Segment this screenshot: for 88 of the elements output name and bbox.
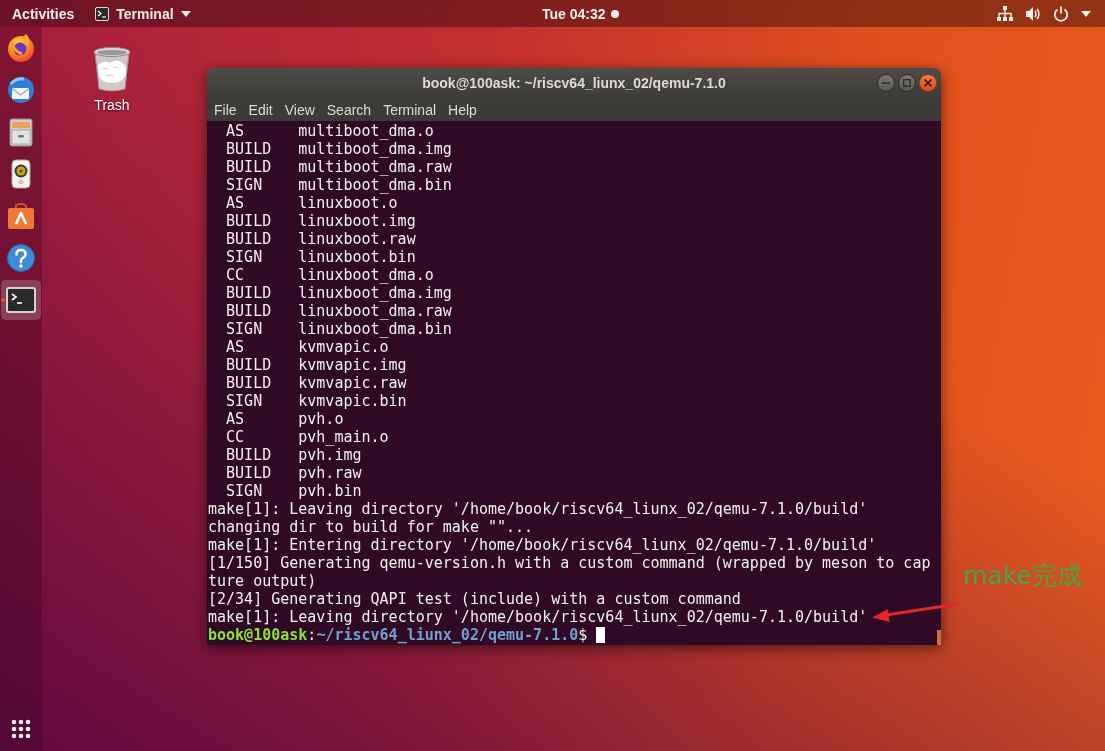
- output-tag: BUILD: [226, 356, 272, 374]
- output-file: pvh.raw: [298, 464, 362, 482]
- terminal-icon: [6, 285, 36, 315]
- output-file: pvh_main.o: [298, 428, 389, 446]
- output-tag: BUILD: [226, 302, 272, 320]
- bag-icon: [6, 201, 36, 231]
- output-tag: CC: [226, 266, 245, 284]
- output-tag: SIGN: [226, 482, 263, 500]
- grid-icon: [11, 719, 31, 739]
- output-tag: BUILD: [226, 284, 272, 302]
- output-tag: CC: [226, 428, 245, 446]
- menu-item[interactable]: View: [278, 98, 321, 121]
- output-file: pvh.o: [298, 410, 344, 428]
- output-file: linuxboot_dma.img: [298, 284, 452, 302]
- prompt-path: ~/riscv64_liunx_02/qemu-7.1.0: [316, 626, 579, 644]
- help-icon: [6, 243, 36, 273]
- minimize-button[interactable]: [877, 74, 895, 92]
- activities-button[interactable]: Activities: [12, 0, 75, 27]
- menu-item[interactable]: Search: [320, 98, 378, 121]
- minimize-icon: [882, 79, 890, 87]
- output-file: pvh.img: [298, 446, 362, 464]
- dock-item[interactable]: [1, 280, 41, 320]
- output-tag: SIGN: [226, 320, 263, 338]
- output-tag: BUILD: [226, 230, 272, 248]
- output-tag: AS: [226, 122, 245, 140]
- annotation-text: make完成: [963, 560, 1082, 592]
- output-file: pvh.bin: [298, 482, 362, 500]
- prompt-user-host: book@100ask: [208, 626, 308, 644]
- output-file: kvmvapic.img: [298, 356, 407, 374]
- output-tag: BUILD: [226, 374, 272, 392]
- output-line: [1/150] Generating qemu-version.h with a custom command (wrapped by meson to capture output): [208, 554, 931, 590]
- output-tag: AS: [226, 194, 245, 212]
- output-tag: BUILD: [226, 464, 272, 482]
- scrollbar-thumb[interactable]: [937, 630, 941, 645]
- output-file: multiboot_dma.img: [298, 140, 452, 158]
- network-icon: [997, 5, 1013, 22]
- output-tag: SIGN: [226, 392, 263, 410]
- output-file: kvmvapic.bin: [298, 392, 407, 410]
- output-line: make[1]: Entering directory '/home/book/riscv64_liunx_02/qemu-7.1.0/build': [208, 536, 877, 554]
- menu-item[interactable]: File: [208, 98, 243, 121]
- menu-item[interactable]: Terminal: [377, 98, 443, 121]
- output-file: kvmvapic.o: [298, 338, 389, 356]
- output-tag: AS: [226, 410, 245, 428]
- maximize-button[interactable]: [898, 74, 916, 92]
- caret-icon: [180, 10, 191, 17]
- output-file: linuxboot.raw: [298, 230, 416, 248]
- globe-icon: [6, 33, 36, 63]
- output-tag: BUILD: [226, 158, 272, 176]
- close-icon: [924, 79, 932, 87]
- output-file: kvmvapic.raw: [298, 374, 407, 392]
- menu-item[interactable]: Edit: [242, 98, 279, 121]
- close-button[interactable]: [919, 74, 937, 92]
- output-tag: SIGN: [226, 176, 263, 194]
- menu-item[interactable]: Help: [442, 98, 483, 121]
- running-dot-icon: [1, 298, 5, 302]
- output-line: make[1]: Leaving directory '/home/book/riscv64_liunx_02/qemu-7.1.0/build': [208, 500, 868, 518]
- output-tag: BUILD: [226, 212, 272, 230]
- output-tag: BUILD: [226, 446, 272, 464]
- caret-icon: [1081, 10, 1091, 17]
- trash-bin-icon[interactable]: [92, 45, 132, 93]
- volume-icon: [1025, 5, 1041, 22]
- window-title: book@100ask: ~/riscv64_liunx_02/qemu-7.1.0: [422, 75, 726, 91]
- terminal-icon: [95, 6, 110, 21]
- output-file: linuxboot_dma.raw: [298, 302, 452, 320]
- prompt-symbol: $: [578, 626, 588, 644]
- output-file: linuxboot.bin: [298, 248, 416, 266]
- output-file: multiboot_dma.raw: [298, 158, 452, 176]
- output-line: [2/34] Generating QAPI test (include) with a custom command: [208, 590, 741, 608]
- desktop-icon-label: Trash: [94, 97, 130, 113]
- output-file: multiboot_dma.bin: [298, 176, 452, 194]
- app-menu-button[interactable]: Terminal: [95, 0, 191, 27]
- drawer-icon: [6, 117, 36, 147]
- power-icon: [1053, 5, 1069, 22]
- output-line: make[1]: Leaving directory '/home/book/riscv64_liunx_02/qemu-7.1.0/build': [208, 608, 868, 626]
- output-tag: BUILD: [226, 140, 272, 158]
- square-icon: [903, 79, 911, 87]
- output-file: linuxboot.img: [298, 212, 416, 230]
- output-file: linuxboot.o: [298, 194, 398, 212]
- text-cursor-icon: [596, 627, 606, 643]
- envelope-icon: [6, 75, 36, 105]
- prompt-separator: :: [307, 626, 317, 644]
- output-line: changing dir to build for make ""...: [208, 518, 534, 536]
- output-tag: SIGN: [226, 248, 263, 266]
- output-file: linuxboot_dma.o: [298, 266, 434, 284]
- clock-button[interactable]: Tue 04:32: [542, 0, 619, 27]
- output-file: linuxboot_dma.bin: [298, 320, 452, 338]
- output-file: multiboot_dma.o: [298, 122, 434, 140]
- output-tag: AS: [226, 338, 245, 356]
